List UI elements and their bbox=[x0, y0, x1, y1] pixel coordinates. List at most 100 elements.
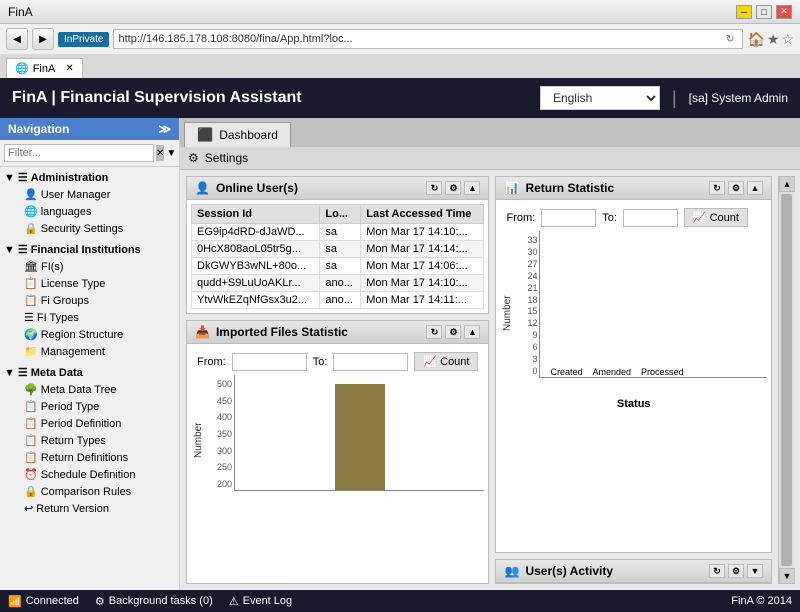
sidebar-item-meta-data[interactable]: ▼ ☰ Meta Data bbox=[4, 364, 175, 381]
expand-icon[interactable]: ▼ bbox=[166, 148, 176, 159]
bar-label-amended: Amended bbox=[593, 367, 632, 377]
sidebar-item-user-manager[interactable]: 👤 User Manager bbox=[4, 186, 175, 203]
sidebar-item-security-settings[interactable]: 🔒 Security Settings bbox=[4, 220, 175, 237]
sidebar-item-comparison-rules[interactable]: 🔒 Comparison Rules bbox=[4, 483, 175, 500]
back-button[interactable]: ◀ bbox=[6, 28, 28, 50]
refresh-button[interactable]: ↻ bbox=[722, 34, 738, 45]
sidebar-item-license-type[interactable]: 📋 License Type bbox=[4, 275, 175, 292]
table-row[interactable]: YtvWkEZqNfGsx3u2... ano... Mon Mar 17 14… bbox=[192, 292, 484, 309]
count-button[interactable]: 📈 Count bbox=[414, 352, 478, 371]
sidebar-item-meta-data-tree[interactable]: 🌳 Meta Data Tree bbox=[4, 381, 175, 398]
panel-config-button[interactable]: ⚙ bbox=[445, 325, 461, 339]
sidebar-filter-input[interactable] bbox=[4, 144, 154, 162]
license-icon: 📋 bbox=[24, 277, 38, 290]
return-count-button[interactable]: 📈 Count bbox=[684, 208, 748, 227]
home-icon[interactable]: 🏠 bbox=[747, 31, 764, 48]
user-activity-icon: 👥 bbox=[504, 564, 519, 578]
period-def-icon: 📋 bbox=[24, 417, 38, 430]
chart-icon: 📈 bbox=[423, 355, 437, 368]
right-panel-col: 📊 Return Statistic ↻ ⚙ ▲ From: bbox=[495, 176, 772, 584]
sidebar-item-return-version[interactable]: ↩ Return Version bbox=[4, 500, 175, 517]
comparison-icon: 🔒 bbox=[24, 485, 38, 498]
table-row[interactable]: EG9ip4dRD-dJaWD... sa Mon Mar 17 14:10:.… bbox=[192, 224, 484, 241]
item-label: languages bbox=[41, 206, 92, 218]
background-tasks-status[interactable]: ⚙ Background tasks (0) bbox=[95, 595, 213, 608]
panel-config-button[interactable]: ⚙ bbox=[445, 181, 461, 195]
language-selector-wrapper: English bbox=[540, 86, 660, 110]
sidebar-item-fi-types[interactable]: ☰ FI Types bbox=[4, 309, 175, 326]
dashboard-body: ⚙ Settings 👤 Online User(s) ↻ ⚙ ▲ bbox=[180, 147, 800, 590]
tree-group-financial-institutions: ▼ ☰ Financial Institutions 🏛 FI(s) 📋 Lic… bbox=[0, 239, 179, 362]
sidebar-item-fi-groups[interactable]: 📋 Fi Groups bbox=[4, 292, 175, 309]
close-button[interactable]: ✕ bbox=[776, 5, 792, 19]
return-to-date[interactable] bbox=[623, 209, 678, 227]
sidebar-item-management[interactable]: 📁 Management bbox=[4, 343, 175, 360]
browser-tab[interactable]: 🌐 FinA ✕ bbox=[6, 58, 83, 78]
sidebar-item-financial-institutions[interactable]: ▼ ☰ Financial Institutions bbox=[4, 241, 175, 258]
table-row[interactable]: DkGWYB3wNL+80o... sa Mon Mar 17 14:06:..… bbox=[192, 258, 484, 275]
panel-config-button[interactable]: ⚙ bbox=[728, 564, 744, 578]
tab-bar: 🌐 FinA ✕ bbox=[0, 54, 800, 78]
url-bar[interactable]: http://146.185.178.108:8080/fina/App.htm… bbox=[113, 29, 743, 49]
online-users-icon: 👤 bbox=[195, 181, 210, 195]
browser-title: FinA bbox=[8, 5, 33, 19]
table-row[interactable]: 0HcX808aoL05tr5g... sa Mon Mar 17 14:14:… bbox=[192, 241, 484, 258]
tab-label: FinA bbox=[33, 63, 56, 75]
scroll-down-button[interactable]: ▼ bbox=[779, 568, 795, 584]
filter-clear-button[interactable]: ✕ bbox=[156, 145, 164, 161]
cell-session: EG9ip4dRD-dJaWD... bbox=[192, 224, 320, 241]
sidebar-item-return-definitions[interactable]: 📋 Return Definitions bbox=[4, 449, 175, 466]
forward-button[interactable]: ▶ bbox=[32, 28, 54, 50]
scroll-up-button[interactable]: ▲ bbox=[779, 176, 795, 192]
minimize-button[interactable]: ─ bbox=[736, 5, 752, 19]
table-row[interactable]: qudd+S9LuUoAKLr... ano... Mon Mar 17 14:… bbox=[192, 275, 484, 292]
user-icon: 👤 bbox=[24, 188, 38, 201]
tab-dashboard[interactable]: ⬛ Dashboard bbox=[184, 122, 291, 147]
return-from-date[interactable] bbox=[541, 209, 596, 227]
panel-refresh-button[interactable]: ↻ bbox=[426, 181, 442, 195]
panel-header-icons: ↻ ⚙ ▲ bbox=[426, 325, 480, 339]
language-select[interactable]: English bbox=[540, 86, 660, 110]
right-scrollbar[interactable]: ▲ ▼ bbox=[778, 176, 794, 584]
cell-time: Mon Mar 17 14:06:... bbox=[361, 258, 484, 275]
sidebar-collapse-button[interactable]: ≫ bbox=[158, 122, 171, 136]
sidebar-item-period-definition[interactable]: 📋 Period Definition bbox=[4, 415, 175, 432]
cell-session: 0HcX808aoL05tr5g... bbox=[192, 241, 320, 258]
sidebar-item-period-type[interactable]: 📋 Period Type bbox=[4, 398, 175, 415]
online-users-title: Online User(s) bbox=[216, 181, 298, 195]
panel-expand-button[interactable]: ▲ bbox=[464, 181, 480, 195]
panel-config-button[interactable]: ⚙ bbox=[728, 181, 744, 195]
tab-strip: ⬛ Dashboard bbox=[180, 118, 800, 147]
scroll-thumb[interactable] bbox=[781, 194, 792, 566]
star-icon[interactable]: ★ bbox=[767, 31, 780, 48]
sidebar-item-schedule-definition[interactable]: ⏰ Schedule Definition bbox=[4, 466, 175, 483]
cell-login: sa bbox=[320, 224, 361, 241]
connected-label: Connected bbox=[26, 595, 79, 607]
panel-expand-button[interactable]: ▲ bbox=[747, 181, 763, 195]
sidebar-item-administration[interactable]: ▼ ☰ Administration bbox=[4, 169, 175, 186]
sidebar-item-region-structure[interactable]: 🌍 Region Structure bbox=[4, 326, 175, 343]
imported-files-chart: Number 500 450 400 350 300 250 200 bbox=[191, 375, 484, 505]
favorites-icon[interactable]: ☆ bbox=[781, 31, 794, 48]
group-icon: ☰ bbox=[18, 243, 28, 256]
return-statistic-panel-body: From: To: 📈 Count bbox=[496, 200, 771, 414]
item-label: Security Settings bbox=[41, 223, 124, 235]
tab-close-icon[interactable]: ✕ bbox=[65, 63, 73, 74]
item-label: Period Type bbox=[41, 401, 100, 413]
maximize-button[interactable]: □ bbox=[756, 5, 772, 19]
panel-refresh-button[interactable]: ↻ bbox=[709, 181, 725, 195]
panel-expand-button[interactable]: ▲ bbox=[464, 325, 480, 339]
panel-expand-button[interactable]: ▼ bbox=[747, 564, 763, 578]
event-log-status[interactable]: ⚠ Event Log bbox=[229, 595, 292, 608]
settings-label[interactable]: Settings bbox=[205, 151, 248, 165]
panel-refresh-button[interactable]: ↻ bbox=[709, 564, 725, 578]
sidebar-item-languages[interactable]: 🌐 languages bbox=[4, 203, 175, 220]
sidebar-item-return-types[interactable]: 📋 Return Types bbox=[4, 432, 175, 449]
chart-controls: From: To: 📈 Count bbox=[191, 348, 484, 375]
cell-time: Mon Mar 17 14:10:... bbox=[361, 224, 484, 241]
panel-refresh-button[interactable]: ↻ bbox=[426, 325, 442, 339]
sidebar-item-fi[interactable]: 🏛 FI(s) bbox=[4, 258, 175, 275]
to-date-input[interactable] bbox=[333, 353, 408, 371]
from-date-input[interactable] bbox=[232, 353, 307, 371]
status-bar: 📶 Connected ⚙ Background tasks (0) ⚠ Eve… bbox=[0, 590, 800, 612]
